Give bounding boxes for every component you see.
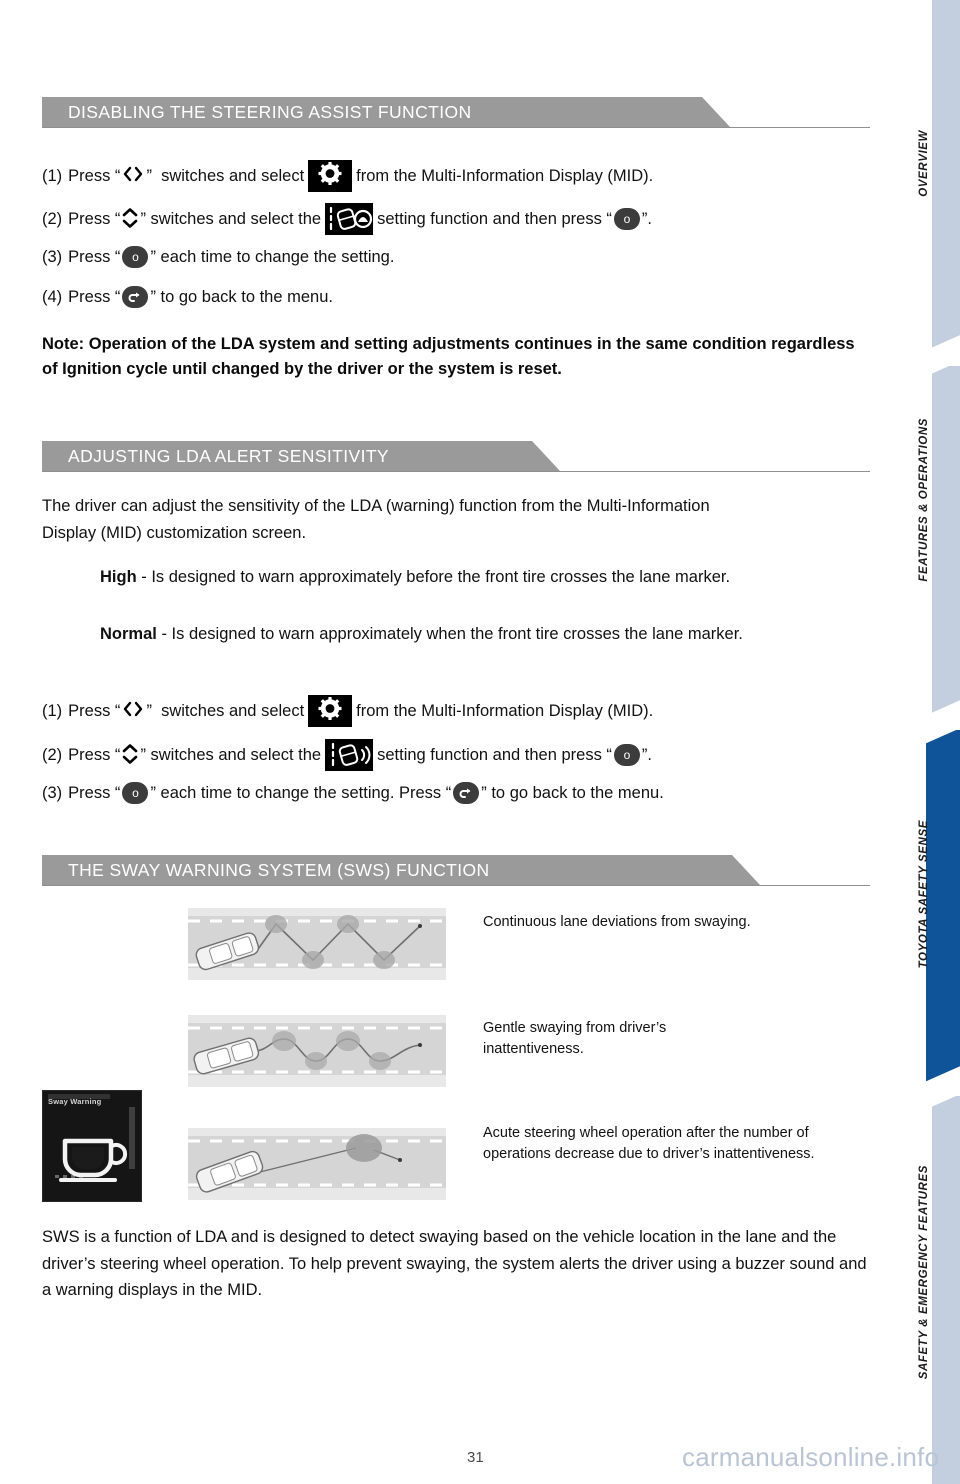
figure-caption-3: Acute steering wheel operation after the… <box>483 1125 815 1163</box>
figure-caption-2: Gentle swaying from driver’s inattentive… <box>483 1020 667 1058</box>
step-1-1: (1) Press “ ” switches and select from t… <box>42 160 653 192</box>
step-text-2: ” switches and select the <box>140 209 322 228</box>
level-name: High <box>100 568 137 586</box>
banner-rule-2 <box>42 471 870 472</box>
back-button-icon <box>122 286 149 308</box>
tab-strip-overview[interactable] <box>932 0 960 352</box>
step-number: (1) <box>42 701 63 720</box>
step-text: Press “ <box>68 745 121 764</box>
step-1-3: (3) Press “ o ” each time to change the … <box>42 246 394 268</box>
figure-gentle-swaying <box>188 1015 446 1087</box>
step-text: Press “ <box>68 247 121 266</box>
step-text-3: setting function and then press “ <box>377 209 612 228</box>
step-text: Press “ <box>68 209 121 228</box>
mid-panel-title: Sway Warning <box>48 1097 102 1106</box>
step-1-4: (4) Press “ ” to go back to the menu. <box>42 286 333 308</box>
step-text-2: ” switches and select <box>146 701 305 720</box>
step-text: Press “ <box>68 783 121 802</box>
step-text-2: ” switches and select <box>146 166 305 185</box>
figure-continuous-lane-deviations <box>188 908 446 980</box>
step-text: Press “ <box>68 287 121 306</box>
ok-button-icon: o <box>613 208 640 230</box>
up-down-arrow-icon <box>120 742 140 768</box>
sws-closing-paragraph: SWS is a function of LDA and is designed… <box>42 1228 867 1300</box>
page-number: 31 <box>467 1449 484 1466</box>
step-text-3: from the Multi-Information Display (MID)… <box>356 166 654 185</box>
step-1-2: (2) Press “ ” switches and select the se… <box>42 203 652 235</box>
step-text-2: ” each time to change the setting. <box>150 247 395 266</box>
step-2-2: (2) Press “ ” switches and select the se… <box>42 739 652 771</box>
step-text: Press “ <box>68 701 121 720</box>
step-text-3: ” to go back to the menu. <box>481 783 664 802</box>
banner-rule-1 <box>42 127 870 128</box>
left-right-arrow-icon <box>120 165 146 187</box>
figure-caption-1: Continuous lane deviations from swaying. <box>483 914 751 930</box>
banner-title: THE SWAY WARNING SYSTEM (SWS) FUNCTION <box>68 859 490 880</box>
step-text-2: ” each time to change the setting. Press… <box>150 783 452 802</box>
sensitivity-level-normal: Normal - Is designed to warn approximate… <box>100 622 840 648</box>
step-number: (1) <box>42 166 63 185</box>
mid-settings-gear-chip <box>308 160 353 192</box>
tab-label-safety-emergency-features[interactable]: SAFETY & EMERGENCY FEATURES <box>918 1165 930 1379</box>
gear-icon <box>317 696 343 727</box>
tab-strip-toyota-safety-sense[interactable] <box>926 730 960 1082</box>
tab-label-overview[interactable]: OVERVIEW <box>918 130 930 197</box>
gear-icon <box>317 161 343 192</box>
tab-strip-safety-emergency-features[interactable] <box>932 1096 960 1484</box>
ok-button-icon: o <box>122 782 149 804</box>
site-watermark: carmanualsonline.info <box>682 1442 940 1472</box>
ok-button-icon: o <box>122 246 149 268</box>
step-number: (4) <box>42 287 63 306</box>
step-text: Press “ <box>68 166 121 185</box>
coffee-cup-icon <box>55 1133 129 1190</box>
tab-label-toyota-safety-sense[interactable]: TOYOTA SAFETY SENSE <box>918 820 930 968</box>
banner-sway-warning-system: THE SWAY WARNING SYSTEM (SWS) FUNCTION <box>42 855 760 885</box>
banner-title: DISABLING THE STEERING ASSIST FUNCTION <box>68 101 472 122</box>
step-text-2: ” switches and select the <box>140 745 322 764</box>
lda-steering-assist-icon <box>330 206 373 231</box>
left-right-arrow-icon <box>120 700 146 722</box>
level-name: Normal <box>100 625 157 643</box>
lda-alert-sensitivity-icon <box>332 742 371 767</box>
step-text-2: ” to go back to the menu. <box>150 287 333 306</box>
mid-settings-gear-chip <box>308 695 353 727</box>
back-button-icon <box>453 782 480 804</box>
step-2-3: (3) Press “ o ” each time to change the … <box>42 782 664 804</box>
level-desc: - Is designed to warn approximately befo… <box>136 568 731 586</box>
mid-lda-steering-assist-chip <box>325 203 374 235</box>
mid-sway-warning-panel: Sway Warning <box>42 1090 142 1202</box>
note-lda-persistence: Note: Operation of the LDA system and se… <box>42 335 855 378</box>
step-number: (2) <box>42 209 63 228</box>
step-number: (3) <box>42 783 63 802</box>
step-text-4: ”. <box>641 209 653 228</box>
mid-lda-alert-sensitivity-chip <box>325 739 374 771</box>
step-text-3: setting function and then press “ <box>377 745 612 764</box>
level-desc: - Is designed to warn approximately when… <box>156 625 743 643</box>
banner-rule-3 <box>42 885 870 886</box>
banner-title: ADJUSTING LDA ALERT SENSITIVITY <box>68 445 390 466</box>
step-2-1: (1) Press “ ” switches and select from t… <box>42 695 653 727</box>
step-text-4: ”. <box>641 745 653 764</box>
tab-label-features-operations[interactable]: FEATURES & OPERATIONS <box>918 418 930 582</box>
banner-disabling-steering-assist: DISABLING THE STEERING ASSIST FUNCTION <box>42 97 730 127</box>
step-text-3: from the Multi-Information Display (MID)… <box>356 701 654 720</box>
step-number: (2) <box>42 745 63 764</box>
up-down-arrow-icon <box>120 206 140 232</box>
banner-adjusting-lda-alert-sensitivity: ADJUSTING LDA ALERT SENSITIVITY <box>42 441 560 471</box>
tab-strip-features-operations[interactable] <box>932 366 960 716</box>
ok-button-icon: o <box>613 744 640 766</box>
sensitivity-level-high: High - Is designed to warn approximately… <box>100 565 840 591</box>
manual-page: OVERVIEW FEATURES & OPERATIONS TOYOTA SA… <box>0 0 960 1484</box>
lda-sensitivity-intro: The driver can adjust the sensitivity of… <box>42 497 710 542</box>
step-number: (3) <box>42 247 63 266</box>
figure-acute-steering-operation <box>188 1128 446 1200</box>
section-tab-rail: OVERVIEW FEATURES & OPERATIONS TOYOTA SA… <box>880 0 960 1484</box>
